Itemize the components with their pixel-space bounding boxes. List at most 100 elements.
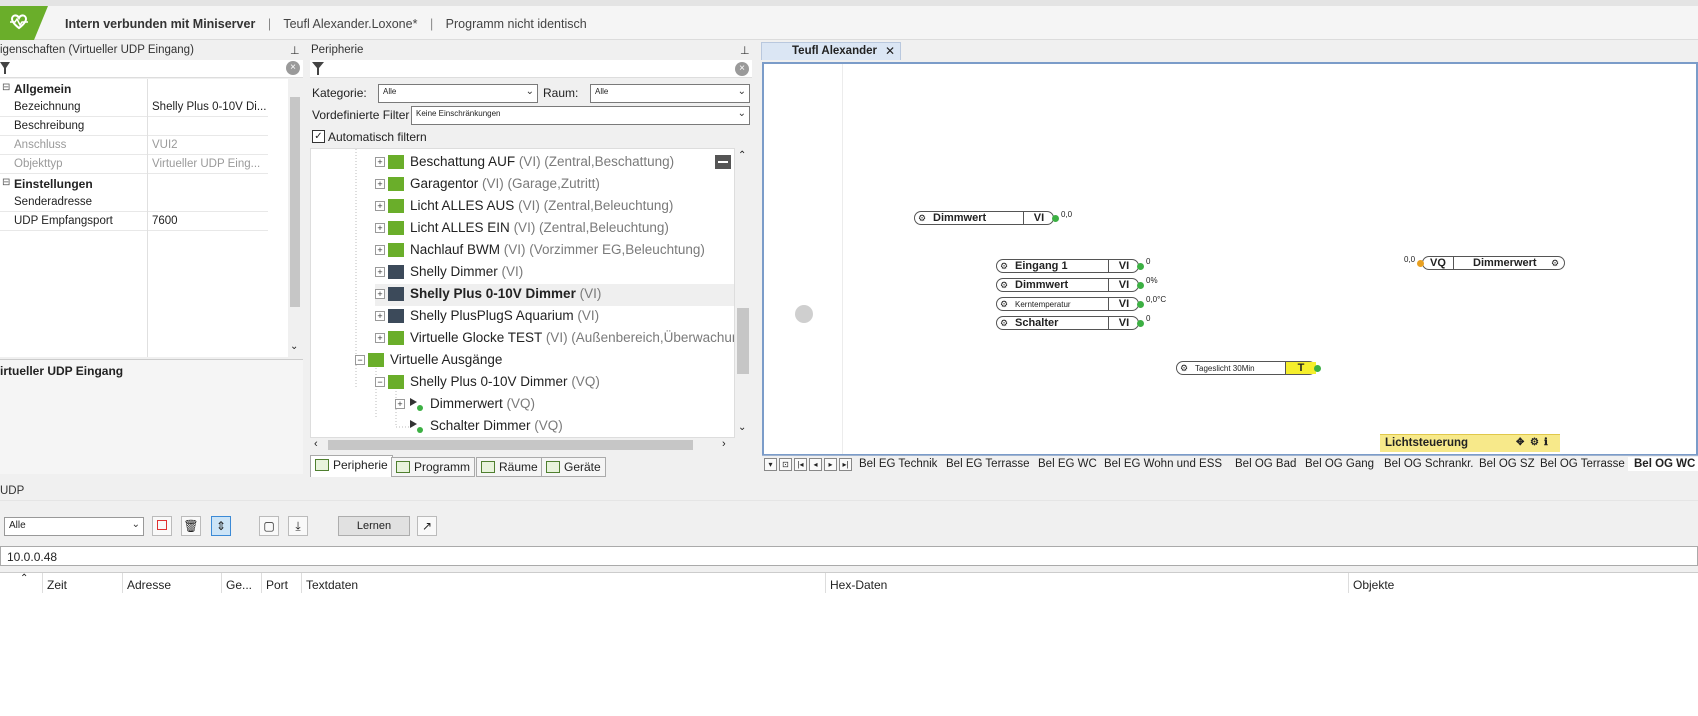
expand-icon[interactable]: +: [375, 267, 385, 277]
info-icon[interactable]: ℹ: [1544, 437, 1548, 448]
property-row[interactable]: Senderadresse: [0, 193, 268, 212]
scroll-up-icon[interactable]: ⌃: [738, 150, 746, 161]
program-canvas[interactable]: ⚙ Dimmwert VI 0,0 ⚙ Eingang 1 VI 0 ⚙ Dim…: [762, 62, 1698, 456]
tree-horizontal-scrollbar[interactable]: ‹ ›: [310, 438, 735, 452]
clear-filter-icon[interactable]: ×: [735, 62, 749, 76]
tab-programm[interactable]: Programm: [391, 457, 476, 477]
scroll-right-icon[interactable]: ›: [722, 438, 726, 450]
column-header[interactable]: Textdaten: [306, 578, 358, 592]
last-sheet-icon[interactable]: ▸|: [839, 458, 852, 471]
sheet-tab[interactable]: Bel OG Terrasse: [1534, 457, 1631, 471]
gear-icon[interactable]: ⚙: [1000, 318, 1008, 329]
learn-button[interactable]: Lernen: [338, 516, 410, 536]
popout-button[interactable]: ↗: [417, 516, 437, 536]
tab-geraete[interactable]: Geräte: [541, 457, 606, 477]
auto-filter-checkbox[interactable]: ✓: [312, 130, 325, 143]
output-connector[interactable]: [1137, 301, 1144, 308]
gear-icon[interactable]: ⚙: [1551, 258, 1559, 269]
vi-block-kerntemperatur[interactable]: ⚙ Kerntemperatur VI: [996, 297, 1144, 311]
property-row[interactable]: Beschreibung: [0, 117, 268, 136]
gear-icon[interactable]: ⚙: [1180, 363, 1188, 374]
sheet-tab[interactable]: Bel EG Technik: [853, 457, 943, 471]
timer-block-tageslicht[interactable]: ⚙ Tageslicht 30Min T: [1176, 361, 1321, 375]
expand-icon[interactable]: +: [375, 157, 385, 167]
sheet-tab[interactable]: Bel EG WC: [1032, 457, 1103, 471]
scrollbar-thumb[interactable]: [737, 308, 749, 374]
collapse-icon[interactable]: −: [355, 355, 365, 365]
sort-up-icon[interactable]: ⌃: [20, 573, 28, 584]
collapse-all-icon[interactable]: [715, 155, 731, 169]
sheet-tab[interactable]: Bel EG Terrasse: [940, 457, 1036, 471]
sheet-tab[interactable]: Bel OG SZ: [1473, 457, 1541, 471]
sheet-tab[interactable]: Bel OG Schrankr.: [1378, 457, 1479, 471]
predefined-filter-select[interactable]: Keine Einschränkungen ⌄: [411, 106, 750, 125]
expand-icon[interactable]: +: [375, 223, 385, 233]
scroll-handle[interactable]: [795, 305, 813, 323]
stop-record-button[interactable]: [152, 516, 172, 536]
column-header[interactable]: Ge...: [226, 578, 252, 592]
properties-filter-bar[interactable]: ×: [0, 60, 303, 78]
move-icon[interactable]: ✥: [1516, 437, 1524, 448]
gear-icon[interactable]: ⚙: [1000, 280, 1008, 291]
kategorie-select[interactable]: Alle ⌄: [378, 84, 538, 103]
expand-icon[interactable]: +: [395, 399, 405, 409]
output-connector[interactable]: [1137, 320, 1144, 327]
sheet-tab-active[interactable]: Bel OG WC: [1628, 457, 1698, 471]
pin-icon[interactable]: ⊥: [290, 44, 300, 57]
clear-filter-icon[interactable]: ×: [286, 61, 300, 75]
category-settings[interactable]: ⊟ Einstellungen: [0, 174, 268, 193]
scroll-left-icon[interactable]: ‹: [314, 438, 318, 450]
delete-button[interactable]: 🗑: [181, 516, 201, 536]
category-general[interactable]: ⊟ Allgemein: [0, 79, 268, 98]
expand-icon[interactable]: +: [375, 333, 385, 343]
scrollbar-thumb[interactable]: [328, 440, 693, 450]
column-header[interactable]: Objekte: [1353, 578, 1394, 592]
output-connector[interactable]: [1137, 282, 1144, 289]
sheet-tab[interactable]: Bel EG Wohn und ESS: [1098, 457, 1228, 471]
column-header[interactable]: Adresse: [127, 578, 171, 592]
scrollbar-thumb[interactable]: [290, 97, 300, 307]
expand-icon[interactable]: +: [375, 179, 385, 189]
vi-block-eingang1[interactable]: ⚙ Eingang 1 VI: [996, 259, 1144, 273]
output-connector[interactable]: [1137, 263, 1144, 270]
autoscroll-button[interactable]: ⇕: [211, 516, 231, 536]
tree-item-selected[interactable]: + Shelly Plus 0-10V Dimmer (VI): [375, 284, 734, 306]
column-divider[interactable]: [147, 79, 148, 357]
gear-icon[interactable]: ⚙: [1000, 261, 1008, 272]
property-row[interactable]: Bezeichnung Shelly Plus 0-10V Di...: [0, 98, 268, 117]
peripherie-filter-bar[interactable]: ×: [310, 60, 752, 78]
collapse-icon[interactable]: ⊟: [2, 177, 10, 188]
next-sheet-icon[interactable]: ▸: [824, 458, 837, 471]
document-tab[interactable]: Teufl Alexander ✕: [761, 42, 901, 60]
pin-icon[interactable]: ⊥: [740, 44, 750, 57]
collapse-icon[interactable]: −: [375, 377, 385, 387]
gear-icon[interactable]: ⚙: [1000, 299, 1008, 310]
loxone-health-icon[interactable]: [0, 6, 48, 40]
tab-raeume[interactable]: Räume: [476, 457, 543, 477]
tab-peripherie[interactable]: Peripherie: [310, 455, 393, 477]
column-header[interactable]: Port: [266, 578, 288, 592]
collapse-icon[interactable]: ⊟: [2, 82, 10, 93]
output-connector[interactable]: [1314, 365, 1321, 372]
open-button[interactable]: ▢: [259, 516, 279, 536]
tree-vertical-scrollbar[interactable]: ⌃ ⌄: [735, 148, 751, 438]
udp-filter-select[interactable]: Alle ⌄: [4, 517, 144, 536]
save-button[interactable]: ⤓: [288, 516, 308, 536]
vi-block-dimmwert-2[interactable]: ⚙ Dimmwert VI: [996, 278, 1144, 292]
vq-block-dimmerwert[interactable]: VQ Dimmerwert ⚙: [1417, 256, 1565, 270]
chevron-down-icon[interactable]: ▾: [764, 458, 777, 471]
ip-address-input[interactable]: 10.0.0.48: [0, 546, 1698, 566]
gear-icon[interactable]: ⚙: [918, 213, 926, 224]
expand-icon[interactable]: +: [375, 201, 385, 211]
expand-icon[interactable]: +: [375, 245, 385, 255]
scroll-down-icon[interactable]: ⌄: [290, 341, 298, 352]
previous-sheet-icon[interactable]: ◂: [809, 458, 822, 471]
zoom-fit-icon[interactable]: ⊡: [779, 458, 792, 471]
expand-icon[interactable]: +: [375, 289, 385, 299]
vi-block-dimmwert[interactable]: ⚙ Dimmwert VI: [914, 211, 1059, 225]
group-label-lichtsteuerung[interactable]: Lichtsteuerung ✥ ⚙ ℹ: [1380, 434, 1560, 452]
column-header[interactable]: Hex-Daten: [830, 578, 887, 592]
close-icon[interactable]: ✕: [885, 44, 895, 58]
property-row[interactable]: UDP Empfangsport 7600: [0, 212, 268, 231]
vi-block-schalter[interactable]: ⚙ Schalter VI: [996, 316, 1144, 330]
